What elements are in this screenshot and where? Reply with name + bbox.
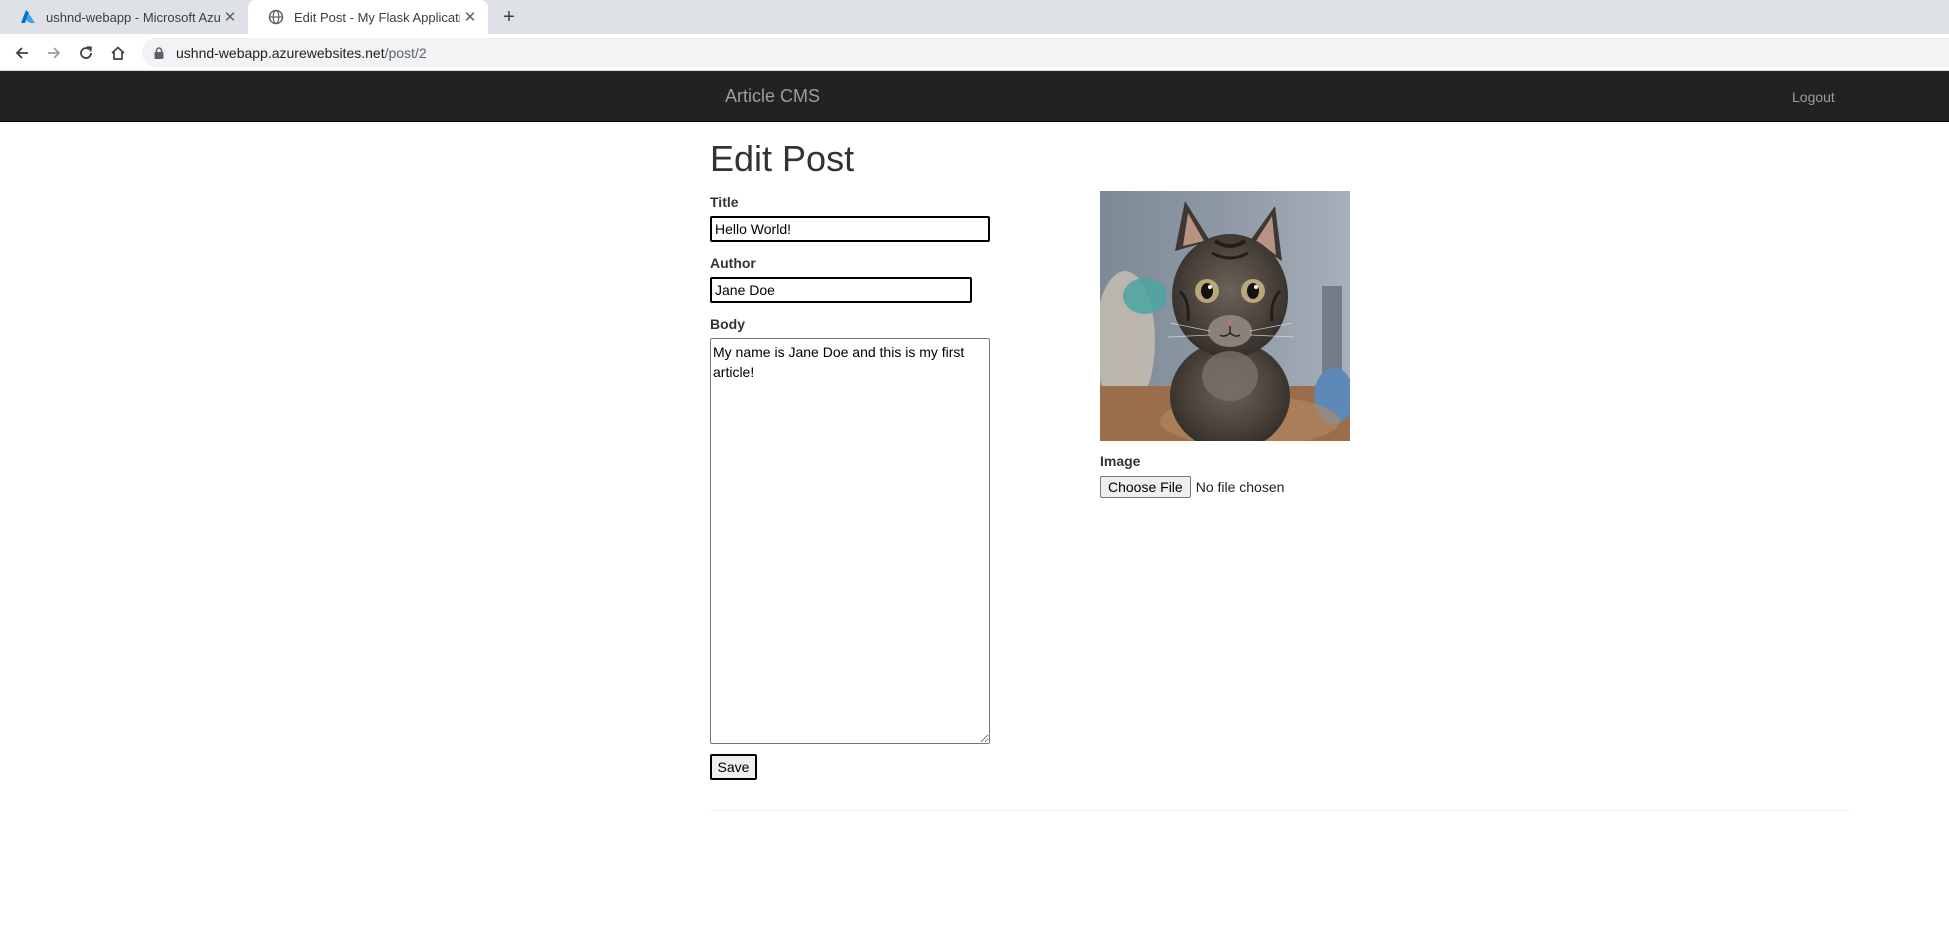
image-label: Image — [1100, 453, 1141, 469]
site-navbar: Article CMS Logout — [0, 71, 1949, 122]
url-path: /post/2 — [384, 44, 427, 61]
new-tab-icon[interactable]: + — [496, 4, 522, 30]
browser-toolbar: ushnd-webapp.azurewebsites.net/post/2 — [0, 34, 1949, 71]
tab-title: ushnd-webapp - Microsoft Azure — [46, 9, 220, 25]
browser-tab-edit-post[interactable]: Edit Post - My Flask Application ✕ — [248, 0, 488, 34]
page-title: Edit Post — [710, 138, 855, 179]
file-input[interactable]: Choose File No file chosen — [1100, 476, 1284, 498]
choose-file-button[interactable]: Choose File — [1100, 476, 1191, 498]
lock-icon — [154, 46, 164, 59]
author-label: Author — [710, 255, 756, 271]
browser-tabstrip: ushnd-webapp - Microsoft Azure ✕ Edit Po… — [0, 0, 1949, 34]
save-button[interactable]: Save — [710, 754, 757, 780]
back-icon[interactable] — [10, 41, 34, 65]
tab-title: Edit Post - My Flask Application — [294, 9, 460, 25]
address-bar[interactable]: ushnd-webapp.azurewebsites.net/post/2 — [142, 38, 1949, 67]
browser-tab-azure[interactable]: ushnd-webapp - Microsoft Azure ✕ — [0, 0, 248, 34]
home-icon[interactable] — [106, 41, 130, 65]
title-input[interactable] — [710, 216, 990, 242]
logout-link[interactable]: Logout — [1792, 89, 1835, 105]
navbar-brand[interactable]: Article CMS — [725, 86, 820, 107]
reload-icon[interactable] — [74, 41, 98, 65]
post-image — [1100, 191, 1350, 441]
author-input[interactable] — [710, 277, 972, 303]
globe-icon — [268, 9, 284, 25]
divider — [710, 810, 1850, 811]
azure-icon — [21, 10, 35, 23]
close-tab-icon[interactable]: ✕ — [460, 8, 480, 26]
title-label: Title — [710, 194, 739, 210]
body-label: Body — [710, 316, 745, 332]
forward-icon[interactable] — [42, 41, 66, 65]
close-tab-icon[interactable]: ✕ — [220, 8, 240, 26]
body-textarea[interactable]: My name is Jane Doe and this is my first… — [710, 338, 990, 744]
no-file-text: No file chosen — [1195, 479, 1285, 495]
url-host: ushnd-webapp.azurewebsites.net — [176, 44, 385, 61]
